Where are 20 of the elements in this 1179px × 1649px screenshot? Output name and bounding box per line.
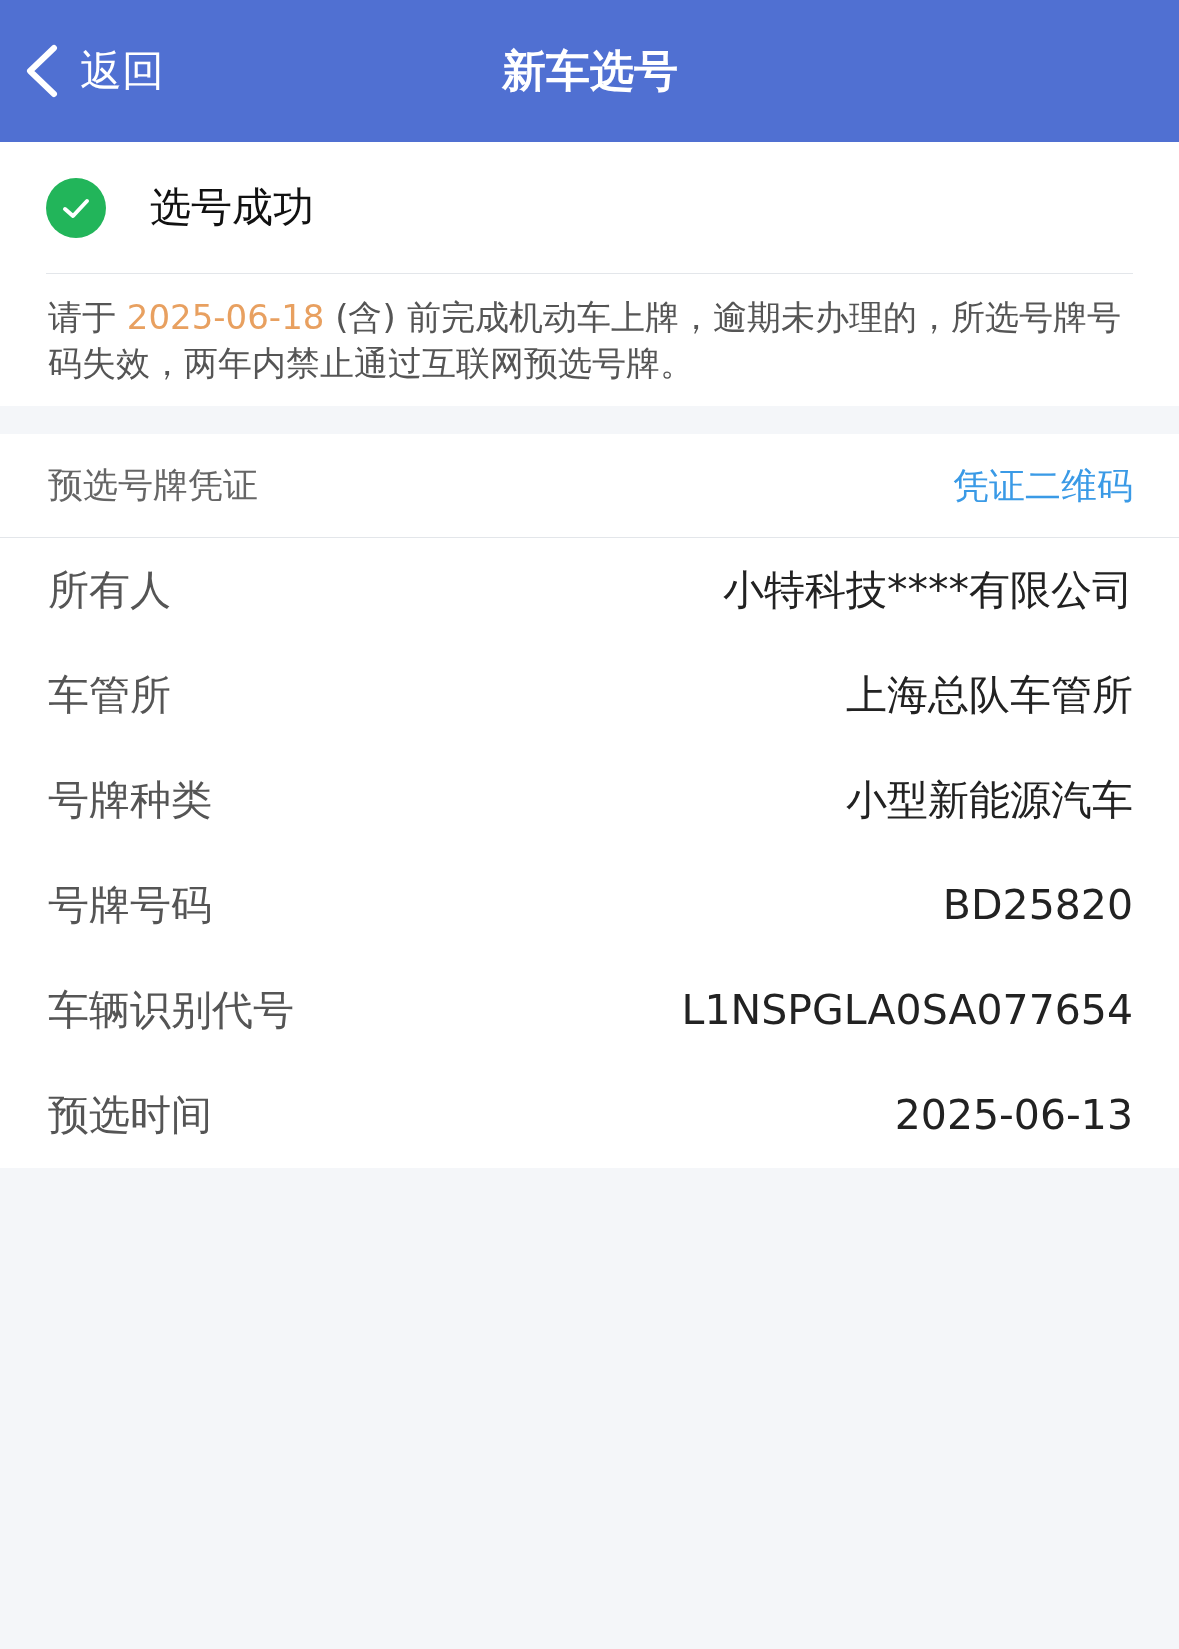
field-label: 车辆识别代号: [48, 984, 294, 1036]
field-value: 2025-06-13: [894, 1089, 1133, 1141]
field-value: BD25820: [942, 879, 1133, 931]
back-icon: [24, 44, 58, 98]
field-value: 小型新能源汽车: [846, 774, 1133, 826]
notice-text: 请于 2025-06-18 (含) 前完成机动车上牌，逾期未办理的，所选号牌号码失效，两年内禁止通过互联网预选号牌。: [47, 296, 1122, 385]
field-value: L1NSPGLA0SA077654: [681, 984, 1133, 1036]
field-label: 车管所: [48, 669, 171, 721]
check-circle-icon: [46, 177, 106, 238]
field-label: 号牌种类: [48, 774, 212, 826]
field-label: 预选时间: [48, 1089, 212, 1141]
field-value: 小特科技****有限公司: [723, 564, 1133, 616]
qr-code-link[interactable]: 凭证二维码: [953, 458, 1133, 513]
field-label: 号牌号码: [48, 879, 212, 931]
back-button[interactable]: 返回: [24, 44, 164, 98]
field-value: 上海总队车管所: [846, 669, 1133, 721]
section-title: 预选号牌凭证: [48, 464, 258, 508]
status-text: 选号成功: [150, 181, 314, 233]
field-label: 所有人: [48, 564, 171, 616]
page-title: 新车选号: [501, 44, 678, 98]
